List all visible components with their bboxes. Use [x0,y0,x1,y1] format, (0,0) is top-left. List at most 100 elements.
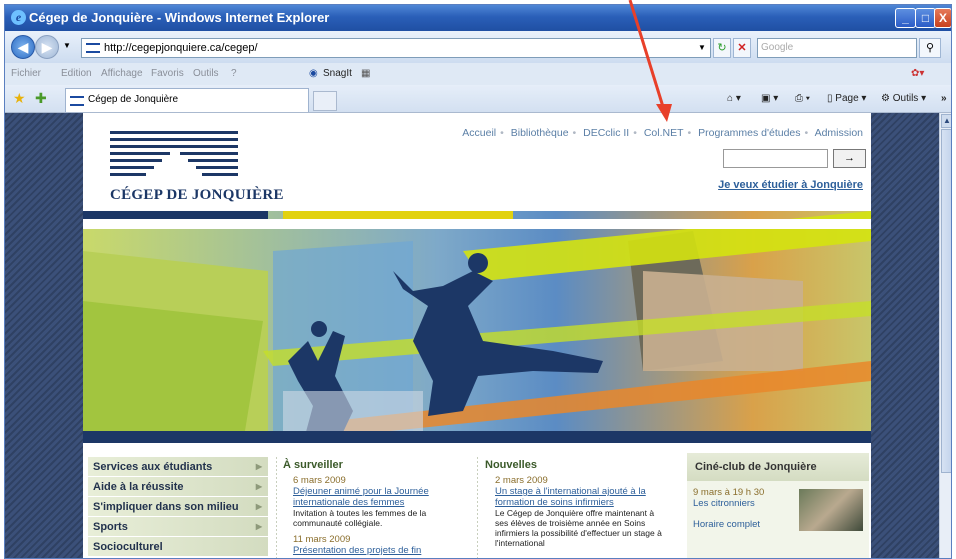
page-menu-label: Page [835,93,859,104]
new-tab-button[interactable] [313,91,337,111]
maximize-button[interactable]: □ [915,8,936,28]
url-input[interactable]: http://cegepjonquiere.ca/cegep/ [81,38,711,58]
cine-photo[interactable] [799,489,863,531]
hero-top-gap [83,219,871,229]
news-date: 2 mars 2009 [495,475,548,486]
page-viewport: CÉGEP DE JONQUIÈRE Accueil • Bibliothèque… [5,113,939,558]
snagit-icon[interactable]: ◉ [309,63,318,85]
tab-active[interactable]: Cégep de Jonquière [65,88,309,112]
page-menu[interactable]: ▯ Page ▾ [827,91,866,107]
watch-link[interactable]: Présentation des projets de fin [293,545,463,556]
left-menu: Services aux étudiants ▶ Aide à la réussi… [88,457,268,557]
web-page: CÉGEP DE JONQUIÈRE Accueil • Bibliothèque… [83,113,871,558]
navy-stripe [83,211,268,219]
site-search-input[interactable] [723,149,828,168]
favorites-star-icon[interactable]: ★ [13,90,26,107]
watch-heading: À surveiller [283,459,343,471]
news-link[interactable]: Un stage à l'international ajouté à la f… [495,486,665,508]
hero-banner [83,211,871,443]
menu-label: S'impliquer dans son milieu [93,501,239,513]
refresh-icon[interactable]: ↻ [713,38,731,58]
menu-help[interactable]: ? [231,63,237,85]
top-navigation: Accueil • Bibliothèque • DECclic II • Col.N… [462,127,863,139]
vertical-scrollbar[interactable]: ▲ [939,113,951,558]
home-icon[interactable]: ⌂ ▾ [727,91,741,107]
menu-favorites[interactable]: Favoris [151,63,184,85]
ie-logo-icon: e [11,10,26,25]
menu-tools[interactable]: Outils [193,63,219,85]
tab-title: Cégep de Jonquière [88,94,179,105]
add-favorite-icon[interactable]: ✚ [35,90,47,107]
hero-bottom-band [83,431,871,443]
logo-name: CÉGEP DE JONQUIÈRE [110,187,284,203]
menu-label: Services aux étudiants [93,461,213,473]
favorites-bar: ★ ✚ Cégep de Jonquière ⌂ ▾ ▣ ▾ ⎙ ▾ ▯ Pag… [5,85,951,113]
menu-label: Sports [93,521,128,533]
menu-sports[interactable]: Sports ▶ [88,517,268,537]
tab-favicon-icon [70,96,84,106]
search-icon[interactable]: ⚲ [919,38,941,58]
title-bar: e Cégep de Jonquière - Windows Internet … [5,5,951,31]
more-chevron-icon[interactable]: » [941,91,947,107]
menu-success-help[interactable]: Aide à la réussite ▶ [88,477,268,497]
feeds-icon[interactable]: ▣ ▾ [761,91,778,107]
study-link[interactable]: Je veux étudier à Jonquière [718,179,863,191]
watch-link[interactable]: Déjeuner animé pour la Journée internati… [293,486,463,508]
news-text: Le Cégep de Jonquière offre maintenant à… [495,508,662,548]
close-button[interactable]: X [934,8,951,28]
arrow-right-icon: ▶ [255,462,262,471]
cine-club-box: Ciné-club de Jonquière 9 mars à 19 h 30 … [687,453,869,558]
arrow-right-icon: ▶ [255,482,262,491]
column-divider [477,457,478,558]
tools-menu[interactable]: ⚙ Outils ▾ [881,91,926,107]
nav-decclic[interactable]: DECclic II [583,127,629,139]
snagit-window-icon[interactable]: ▦ [361,63,370,85]
scroll-thumb[interactable] [941,129,951,473]
news-column: Nouvelles 2 mars 2009 Un stage à l'inter… [485,459,665,548]
minimize-button[interactable]: _ [895,8,916,28]
search-input[interactable]: Google [757,38,917,58]
news-heading: Nouvelles [485,459,537,471]
menu-label: Aide à la réussite [93,481,184,493]
nav-colnet[interactable]: Col.NET [644,127,684,139]
menu-label: Socioculturel [93,541,163,553]
arrow-right-icon: ▶ [255,502,262,511]
menu-get-involved[interactable]: S'impliquer dans son milieu ▶ [88,497,268,517]
menu-edit[interactable]: Edition [61,63,92,85]
hero-illustration [83,211,871,443]
addon-icon[interactable]: ✿▾ [911,63,924,85]
url-dropdown-icon[interactable]: ▼ [693,39,711,57]
scroll-up-icon[interactable]: ▲ [941,114,951,128]
forward-button[interactable]: ▶ [35,35,59,59]
site-logo[interactable]: CÉGEP DE JONQUIÈRE [110,131,284,204]
browser-window: e Cégep de Jonquière - Windows Internet … [4,4,952,559]
menu-student-services[interactable]: Services aux étudiants ▶ [88,457,268,477]
site-favicon-icon [86,43,100,53]
logo-mark-icon [110,131,238,179]
url-text: http://cegepjonquiere.ca/cegep/ [104,42,258,54]
tools-menu-label: Outils [892,93,919,104]
watch-column: À surveiller 6 mars 2009 Déjeuner animé … [283,459,463,556]
cine-heading: Ciné-club de Jonquière [687,453,869,481]
watch-text: Invitation à toutes les femmes de la com… [293,508,427,528]
print-icon[interactable]: ⎙ ▾ [795,91,810,107]
history-dropdown-icon[interactable]: ▼ [63,41,71,50]
watch-date: 11 mars 2009 [293,534,351,545]
stop-icon[interactable]: ✕ [733,38,751,58]
nav-admission[interactable]: Admission [815,127,863,139]
nav-library[interactable]: Bibliothèque [511,127,569,139]
menu-file[interactable]: Fichier [11,63,41,85]
nav-home[interactable]: Accueil [462,127,496,139]
arrow-right-icon: ▶ [255,522,262,531]
site-search-button[interactable]: → [833,149,866,168]
window-title: Cégep de Jonquière - Windows Internet Ex… [29,10,330,25]
menu-sociocultural[interactable]: Socioculturel [88,537,268,557]
yellow-stripe [283,211,513,219]
column-divider [276,457,277,558]
menu-bar: Fichier Edition Affichage Favoris Outils… [5,63,951,85]
back-button[interactable]: ◀ [11,35,35,59]
watch-date: 6 mars 2009 [293,475,346,486]
nav-programs[interactable]: Programmes d'études [698,127,800,139]
menu-view[interactable]: Affichage [101,63,143,85]
snagit-button[interactable]: SnagIt [323,63,352,85]
